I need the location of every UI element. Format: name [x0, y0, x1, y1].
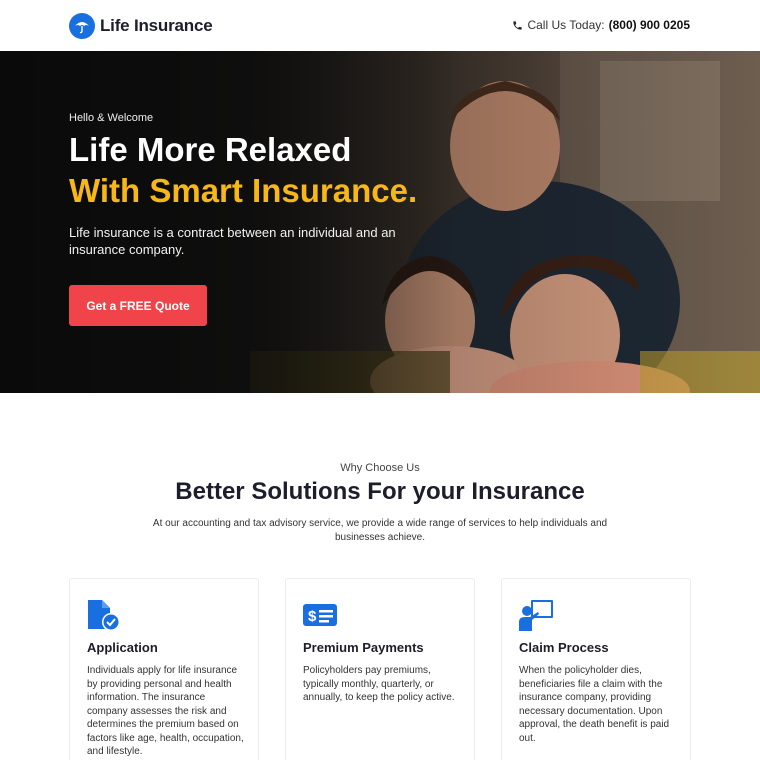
dollar-card-icon: $: [302, 599, 338, 633]
get-quote-button[interactable]: Get a FREE Quote: [69, 285, 207, 326]
brand-name: Life Insurance: [100, 16, 213, 35]
card-body: When the policyholder dies, beneficiarie…: [519, 665, 670, 744]
feature-card-application: Application Individuals apply for life i…: [69, 578, 259, 760]
card-body: Policyholders pay premiums, typically mo…: [303, 665, 455, 703]
card-title: Application: [87, 640, 158, 655]
call-us[interactable]: Call Us Today: (800) 900 0205: [512, 18, 690, 32]
phone-icon: [512, 20, 523, 31]
hero-headline-line1: Life More Relaxed: [69, 131, 352, 168]
feature-card-premium-payments: $ Premium Payments Policyholders pay pre…: [285, 578, 475, 760]
call-label: Call Us Today:: [527, 18, 605, 32]
phone-number[interactable]: (800) 900 0205: [609, 18, 690, 32]
card-body: Individuals apply for life insurance by …: [87, 665, 244, 757]
site-header: Life Insurance Call Us Today: (800) 900 …: [0, 0, 760, 51]
hero-greeting: Hello & Welcome: [69, 112, 154, 124]
presenter-board-icon: [518, 599, 554, 633]
card-title: Premium Payments: [303, 640, 424, 655]
feature-card-claim-process: Claim Process When the policyholder dies…: [501, 578, 691, 760]
section-title: Better Solutions For your Insurance: [175, 478, 585, 505]
brand-logo[interactable]: Life Insurance: [69, 13, 213, 39]
hero-content: Hello & Welcome Life More Relaxed With S…: [69, 112, 489, 258]
svg-text:$: $: [308, 608, 317, 625]
section-description: At our accounting and tax advisory servi…: [152, 518, 608, 543]
umbrella-icon: [69, 13, 95, 39]
card-title: Claim Process: [519, 640, 609, 655]
hero-description: Life insurance is a contract between an …: [69, 225, 396, 257]
hero-headline-line2: With Smart Insurance.: [69, 172, 418, 209]
document-check-icon: [86, 599, 122, 633]
section-eyebrow: Why Choose Us: [340, 462, 420, 474]
hero-banner: Hello & Welcome Life More Relaxed With S…: [0, 51, 760, 393]
